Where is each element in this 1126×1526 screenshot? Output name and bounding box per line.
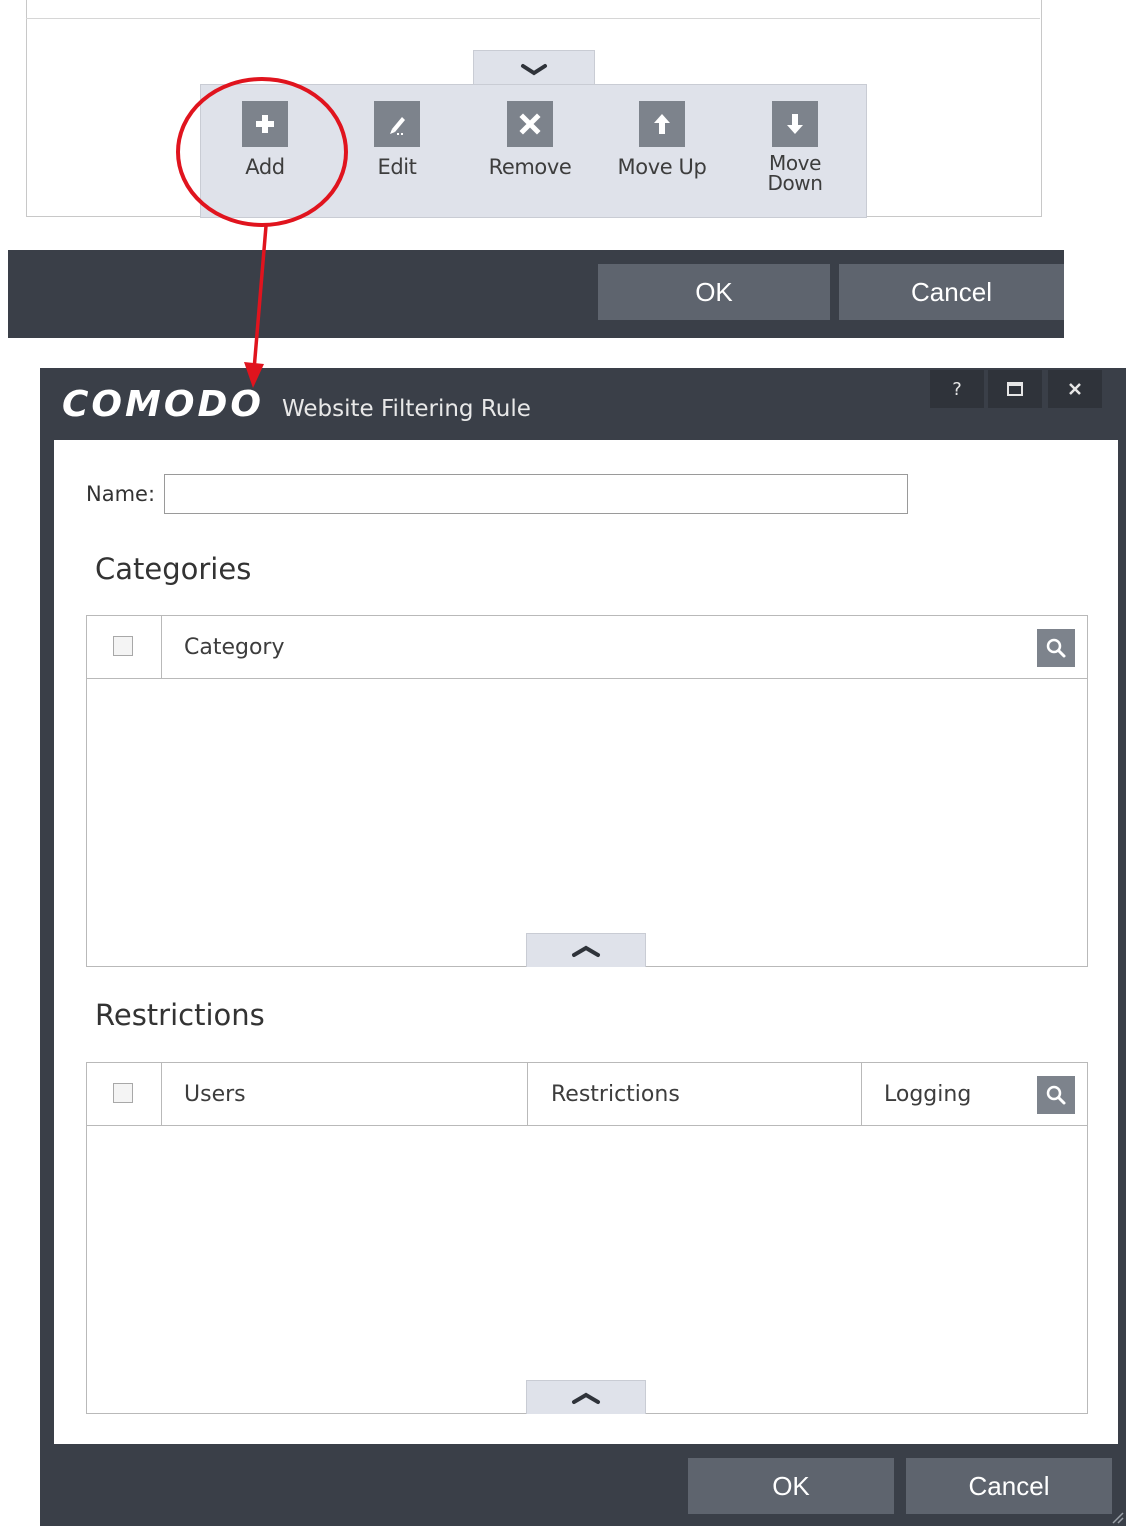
dialog-body: Name: Categories Category Restrictions U…: [54, 440, 1118, 1444]
categories-collapse-tab[interactable]: [526, 933, 646, 967]
dialog-title: Website Filtering Rule: [282, 396, 531, 422]
help-icon: ?: [952, 378, 962, 400]
move-down-label: Move Down: [767, 153, 822, 193]
chevron-up-icon: [572, 945, 600, 957]
restrictions-table: Users Restrictions Logging: [86, 1062, 1088, 1414]
column-divider: [161, 616, 162, 678]
maximize-icon: [1007, 382, 1023, 396]
column-divider: [861, 1063, 862, 1125]
move-down-label-line1: Move: [768, 151, 822, 175]
arrow-down-icon: [772, 101, 818, 147]
title-bar[interactable]: COMODO Website Filtering Rule ?: [40, 368, 1126, 440]
restrictions-search-button[interactable]: [1037, 1076, 1075, 1114]
move-up-label: Move Up: [617, 155, 707, 179]
move-up-button[interactable]: Move Up: [607, 101, 717, 211]
categories-table-header: Category: [87, 616, 1087, 679]
website-filtering-rule-dialog: COMODO Website Filtering Rule ? Name: Ca…: [40, 368, 1126, 1526]
parent-ok-button[interactable]: OK: [598, 264, 830, 320]
remove-button[interactable]: Remove: [475, 101, 585, 211]
chevron-up-icon: [572, 1392, 600, 1404]
arrow-up-icon: [639, 101, 685, 147]
category-column-header[interactable]: Category: [184, 616, 285, 678]
search-icon: [1046, 1085, 1066, 1105]
edit-label: Edit: [377, 155, 417, 179]
parent-footer: OK Cancel: [8, 250, 1064, 338]
divider: [26, 18, 1040, 19]
column-divider: [161, 1063, 162, 1125]
ok-button[interactable]: OK: [688, 1458, 894, 1514]
categories-title: Categories: [95, 552, 252, 586]
close-button[interactable]: [1048, 370, 1102, 408]
move-down-button[interactable]: Move Down: [740, 101, 850, 211]
parent-cancel-button[interactable]: Cancel: [839, 264, 1064, 320]
comodo-logo: COMODO: [62, 384, 264, 425]
column-divider: [527, 1063, 528, 1125]
edit-button[interactable]: Edit: [342, 101, 452, 211]
users-column-header[interactable]: Users: [184, 1063, 246, 1125]
restrictions-title: Restrictions: [95, 998, 265, 1032]
search-icon: [1046, 638, 1066, 658]
chevron-down-icon: [521, 64, 547, 76]
add-label: Add: [245, 155, 285, 179]
resize-grip-icon[interactable]: [1110, 1510, 1124, 1524]
plus-icon: [242, 101, 288, 147]
select-all-categories-checkbox[interactable]: [113, 636, 133, 656]
name-label: Name:: [86, 482, 156, 506]
close-icon: [1069, 383, 1081, 395]
restrictions-column-header[interactable]: Restrictions: [551, 1063, 680, 1125]
categories-table: Category: [86, 615, 1088, 967]
name-input[interactable]: [164, 474, 908, 514]
restrictions-table-header: Users Restrictions Logging: [87, 1063, 1087, 1126]
add-button[interactable]: Add: [210, 101, 320, 211]
categories-search-button[interactable]: [1037, 629, 1075, 667]
cancel-button[interactable]: Cancel: [906, 1458, 1112, 1514]
logging-column-header[interactable]: Logging: [884, 1063, 971, 1125]
toolbar: Add Edit Remove Move Up Move Down: [200, 84, 867, 218]
move-down-label-line2: Down: [767, 171, 823, 195]
restrictions-collapse-tab[interactable]: [526, 1380, 646, 1414]
help-button[interactable]: ?: [930, 370, 984, 408]
remove-label: Remove: [488, 155, 572, 179]
edit-icon: [374, 101, 420, 147]
maximize-button[interactable]: [988, 370, 1042, 408]
remove-icon: [507, 101, 553, 147]
select-all-restrictions-checkbox[interactable]: [113, 1083, 133, 1103]
